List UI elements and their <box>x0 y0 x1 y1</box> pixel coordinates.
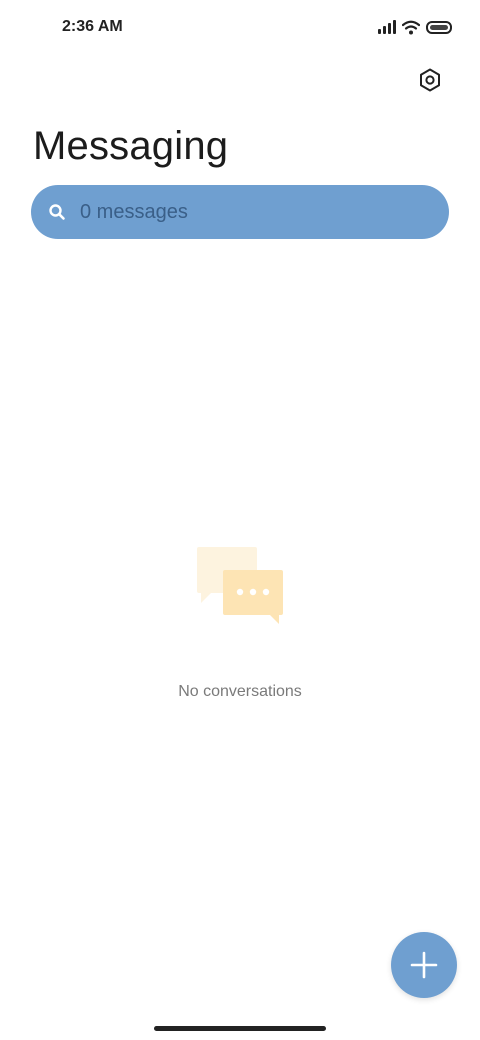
status-time: 2:36 AM <box>62 18 123 35</box>
search-icon <box>48 203 66 221</box>
status-icons <box>378 18 452 36</box>
plus-icon <box>409 950 439 980</box>
new-conversation-button[interactable] <box>391 932 457 998</box>
empty-state-label: No conversations <box>178 683 302 700</box>
search-input[interactable]: 0 messages <box>80 201 188 224</box>
settings-button[interactable] <box>416 66 444 94</box>
status-bar: 2:36 AM <box>0 0 480 56</box>
search-bar[interactable]: 0 messages <box>31 185 449 239</box>
page-title: Messaging <box>33 124 229 168</box>
settings-icon <box>418 68 442 92</box>
battery-icon <box>426 20 452 34</box>
wifi-icon <box>402 20 420 35</box>
chat-bubbles-icon <box>195 545 287 627</box>
home-indicator[interactable] <box>154 1026 326 1031</box>
signal-icon <box>378 20 396 34</box>
